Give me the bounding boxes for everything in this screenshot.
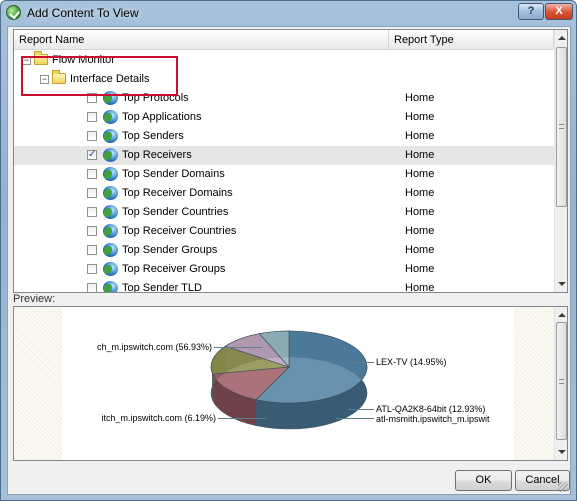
globe-icon bbox=[103, 167, 118, 181]
pie-leader-line bbox=[218, 418, 266, 419]
app-icon bbox=[6, 5, 21, 20]
report-type: Home bbox=[405, 263, 435, 275]
preview-panel: ch_m.ipswitch.com (56.93%) LEX-TV (14.95%… bbox=[13, 306, 568, 461]
pie-slice-label: atl-msmith.ipswitch_m.ipswit bbox=[376, 414, 490, 424]
report-name: Top Receiver Domains bbox=[122, 187, 233, 199]
report-row[interactable]: Top Sender Groups Home bbox=[14, 241, 554, 260]
report-checkbox[interactable] bbox=[87, 131, 97, 141]
report-name: Top Applications bbox=[122, 111, 202, 123]
report-row[interactable]: Top Applications Home bbox=[14, 108, 554, 127]
report-grid: Report Name Report Type − Flow Monitor −… bbox=[13, 29, 568, 293]
globe-icon bbox=[103, 262, 118, 276]
close-button[interactable]: X bbox=[545, 3, 573, 20]
report-row[interactable]: Top Sender TLD Home bbox=[14, 279, 554, 293]
report-name: Top Receiver Countries bbox=[122, 225, 237, 237]
grid-header: Report Name Report Type bbox=[14, 30, 554, 50]
scroll-up-arrow-icon[interactable] bbox=[558, 313, 566, 317]
report-row[interactable]: ✓ Top Receivers Home bbox=[14, 146, 554, 165]
report-name: Top Sender Countries bbox=[122, 206, 229, 218]
report-type: Home bbox=[405, 187, 435, 199]
report-row[interactable]: Top Receiver Countries Home bbox=[14, 222, 554, 241]
scroll-thumb[interactable] bbox=[556, 47, 567, 207]
report-name: Top Sender Groups bbox=[122, 244, 218, 256]
report-checkbox[interactable] bbox=[87, 226, 97, 236]
report-type: Home bbox=[405, 168, 435, 180]
scroll-up-arrow-icon[interactable] bbox=[558, 36, 566, 40]
preview-label: Preview: bbox=[13, 293, 56, 305]
ok-button[interactable]: OK bbox=[455, 470, 512, 491]
report-checkbox[interactable] bbox=[87, 245, 97, 255]
globe-icon bbox=[103, 148, 118, 162]
dialog-body: Report Name Report Type − Flow Monitor −… bbox=[7, 26, 571, 495]
pie-slice-label: LEX-TV (14.95%) bbox=[376, 357, 447, 367]
report-type: Home bbox=[405, 244, 435, 256]
dialog-window: Add Content To View ? X Report Name Repo… bbox=[0, 0, 577, 501]
grip-icon bbox=[559, 124, 564, 129]
report-checkbox[interactable] bbox=[87, 188, 97, 198]
globe-icon bbox=[103, 224, 118, 238]
title-bar[interactable]: Add Content To View ? X bbox=[1, 1, 576, 25]
help-button[interactable]: ? bbox=[518, 3, 544, 20]
report-checkbox[interactable] bbox=[87, 207, 97, 217]
report-name: Top Sender TLD bbox=[122, 282, 202, 293]
grip-icon bbox=[559, 379, 564, 384]
report-type: Home bbox=[405, 92, 435, 104]
report-type: Home bbox=[405, 282, 435, 293]
column-header-report-name[interactable]: Report Name bbox=[14, 30, 389, 50]
grid-vertical-scrollbar[interactable] bbox=[554, 30, 567, 292]
report-type: Home bbox=[405, 130, 435, 142]
preview-hatch-left bbox=[14, 307, 62, 460]
report-name: Top Senders bbox=[122, 130, 184, 142]
report-checkbox[interactable] bbox=[87, 264, 97, 274]
report-type: Home bbox=[405, 206, 435, 218]
annotation-highlight-box bbox=[21, 56, 178, 96]
report-type: Home bbox=[405, 149, 435, 161]
window-title: Add Content To View bbox=[27, 6, 139, 20]
report-row[interactable]: Top Receiver Domains Home bbox=[14, 184, 554, 203]
report-type: Home bbox=[405, 225, 435, 237]
scroll-down-arrow-icon[interactable] bbox=[558, 450, 566, 454]
report-row[interactable]: Top Receiver Groups Home bbox=[14, 260, 554, 279]
report-name: Top Receivers bbox=[122, 149, 192, 161]
pie-leader-line bbox=[350, 362, 374, 363]
pie-slice-label: itch_m.ipswitch.com (6.19%) bbox=[101, 413, 216, 423]
globe-icon bbox=[103, 205, 118, 219]
scroll-thumb[interactable] bbox=[556, 322, 567, 440]
column-header-report-type[interactable]: Report Type bbox=[389, 30, 554, 50]
report-row[interactable]: Top Sender Countries Home bbox=[14, 203, 554, 222]
scroll-down-arrow-icon[interactable] bbox=[558, 282, 566, 286]
pie-leader-line bbox=[336, 418, 374, 419]
report-name: Top Sender Domains bbox=[122, 168, 225, 180]
report-checkbox[interactable]: ✓ bbox=[87, 150, 97, 160]
report-checkbox[interactable] bbox=[87, 169, 97, 179]
pie-leader-line bbox=[214, 347, 262, 348]
report-row[interactable]: Top Sender Domains Home bbox=[14, 165, 554, 184]
report-checkbox[interactable] bbox=[87, 283, 97, 292]
pie-leader-line bbox=[348, 409, 374, 410]
globe-icon bbox=[103, 243, 118, 257]
report-type: Home bbox=[405, 111, 435, 123]
globe-icon bbox=[103, 281, 118, 292]
pie-slice-label: ATL-QA2K8-64bit (12.93%) bbox=[376, 404, 486, 414]
report-name: Top Receiver Groups bbox=[122, 263, 226, 275]
globe-icon bbox=[103, 129, 118, 143]
globe-icon bbox=[103, 186, 118, 200]
preview-vertical-scrollbar[interactable] bbox=[554, 307, 567, 460]
pie-slice-label: ch_m.ipswitch.com (56.93%) bbox=[96, 342, 212, 352]
pie-chart bbox=[210, 330, 368, 430]
report-row[interactable]: Top Senders Home bbox=[14, 127, 554, 146]
report-checkbox[interactable] bbox=[87, 112, 97, 122]
resize-grip-icon[interactable] bbox=[558, 482, 568, 492]
globe-icon bbox=[103, 110, 118, 124]
preview-hatch-right bbox=[514, 307, 554, 460]
